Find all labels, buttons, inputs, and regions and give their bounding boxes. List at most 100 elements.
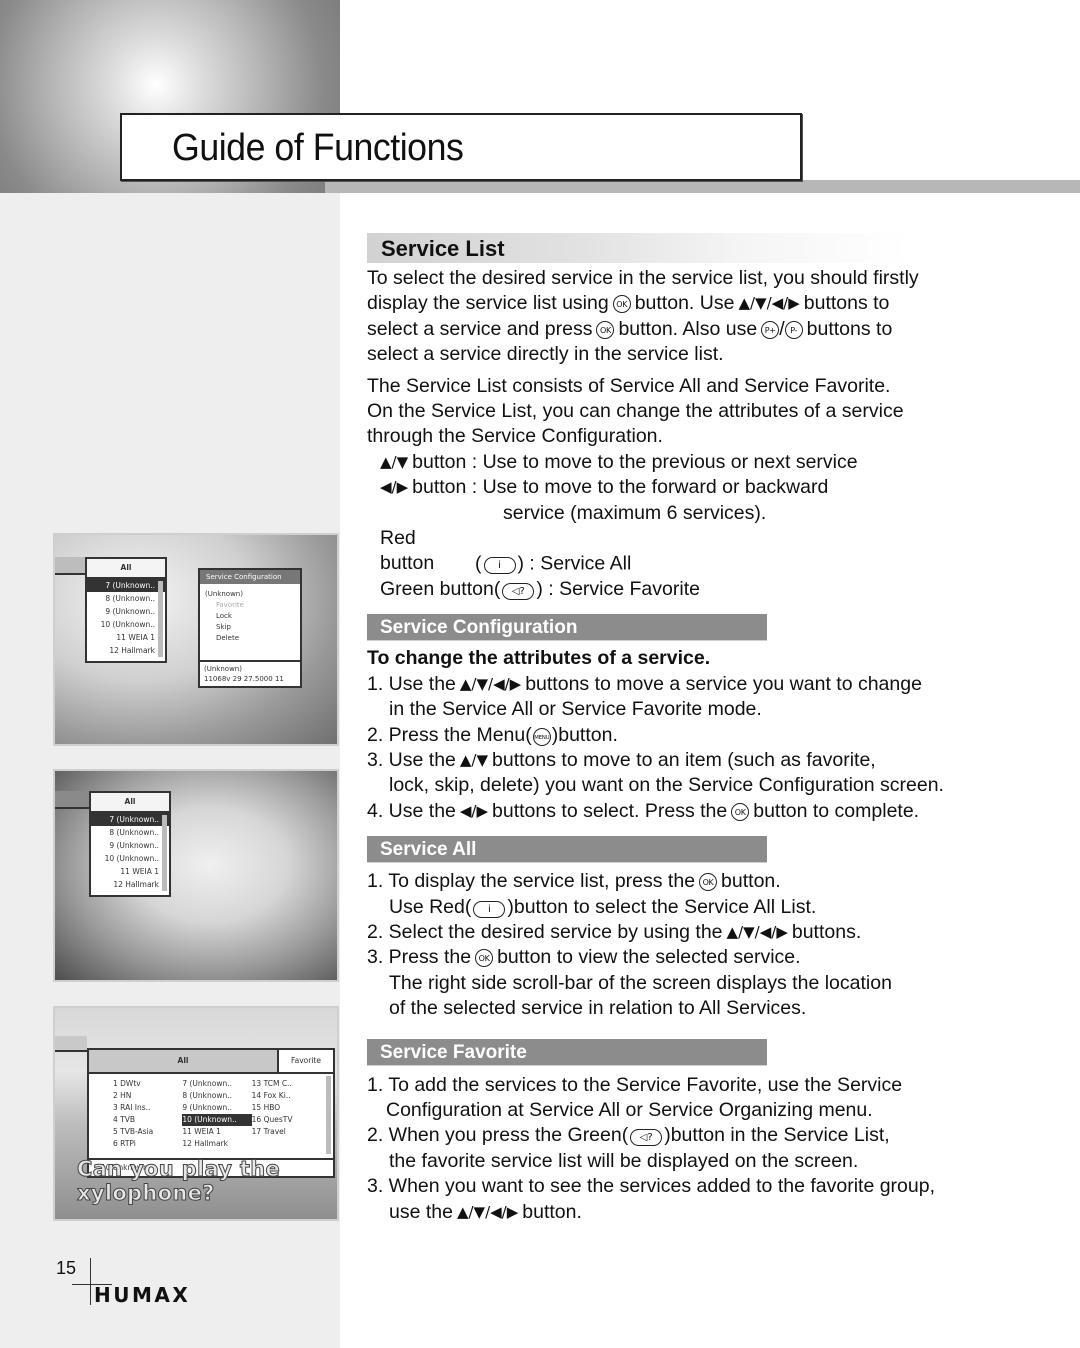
screenshot-service-all: All 7 (Unknown.. 8 (Unknown.. 9 (Unknown…: [53, 769, 339, 982]
tv-channel-cell: 7 (Unknown..: [182, 1079, 232, 1088]
tv-dialog-service-name: (Unknown): [205, 590, 243, 598]
header-strip: [325, 180, 1080, 193]
text: )button in the Service List,: [664, 1124, 890, 1147]
tv-grid-tabs: All Favorite: [89, 1050, 333, 1074]
text: 3. Use the: [367, 748, 456, 771]
tv-channel-cell: 17 Travel: [251, 1127, 286, 1136]
tv-dialog-footer: (Unknown) 11068v 29 27.5000 11: [200, 660, 300, 686]
tv-list-row: 12 Hallmark: [113, 880, 159, 889]
text-line: through the Service Configuration.: [367, 425, 663, 448]
left-right-arrow-icon: ◀/▶: [380, 478, 409, 497]
tv-tab-all: All: [89, 1050, 279, 1072]
tv-side-tab: [55, 557, 85, 575]
text: 2. Press the Menu(: [367, 723, 532, 746]
text-line: On the Service List, you can change the …: [367, 400, 904, 423]
tv-dialog-footer-info: 11068v 29 27.5000 11: [204, 675, 284, 683]
tv-service-list: All 7 (Unknown.. 8 (Unknown.. 9 (Unknown…: [85, 557, 167, 663]
main-content: Service List To select the desired servi…: [367, 233, 1067, 1225]
text-line: The Service List consists of Service All…: [367, 374, 891, 397]
text: 1. Use the: [367, 672, 456, 695]
subheading-change-attributes: To change the attributes of a service.: [367, 647, 711, 670]
service-list-intro: To select the desired service in the ser…: [367, 266, 1067, 368]
text: )button to select the Service All List.: [507, 895, 817, 918]
updown-button-desc: ▲/▼ button : Use to move to the previous …: [367, 450, 1067, 475]
tv-channel-grid: 1 DWtv 7 (Unknown.. 13 TCM C.. 2 HN 8 (U…: [89, 1074, 333, 1152]
tv-list-row: 11 WEIA 1: [120, 867, 159, 876]
text-line: display the service list using OK button. …: [367, 291, 1067, 316]
text-line: of the selected service in relation to A…: [389, 997, 807, 1020]
text-line: Use Red(i)button to select the Service A…: [367, 895, 1067, 920]
ok-button-icon: OK: [612, 295, 631, 314]
text: buttons to: [806, 317, 893, 340]
tv-subtitle-caption: Can you play the xylophone?: [77, 1157, 281, 1206]
tv-list-row: 9 (Unknown..: [109, 841, 159, 850]
text-line: in the Service All or Service Favorite m…: [389, 698, 762, 721]
text: )button.: [551, 723, 618, 746]
step: 2. When you press the Green(◁?)button in…: [367, 1123, 1067, 1148]
text: ) : Service All: [517, 552, 632, 575]
screenshot-service-configuration: All 7 (Unknown.. 8 (Unknown.. 9 (Unknown…: [53, 533, 339, 746]
step: 1. To display the service list, press th…: [367, 869, 1067, 894]
tv-channel-cell-selected: 10 (Unknown..: [182, 1114, 252, 1126]
text: buttons to: [803, 292, 890, 315]
tv-channel-cell: 14 Fox Ki..: [251, 1091, 291, 1100]
red-button-desc: Red button (i) : Service All: [367, 526, 1067, 577]
text: button.: [522, 1200, 582, 1223]
service-configuration-steps: 1. Use the ▲/▼/◀/▶ buttons to move a servi…: [367, 672, 1067, 824]
left-right-arrow-icon: ◀/▶: [459, 801, 489, 820]
tv-channel-cell: 16 QuesTV: [251, 1115, 293, 1124]
humax-logo: HUMAX: [94, 1283, 191, 1307]
text-line: lock, skip, delete) you want on the Serv…: [389, 774, 944, 797]
text-line: The right side scroll-bar of the screen …: [389, 971, 892, 994]
red-info-button-icon: i: [483, 557, 516, 575]
text-line: use the ▲/▼/◀/▶ button.: [367, 1200, 1067, 1225]
ok-button-icon: OK: [731, 802, 750, 821]
p-plus-button-icon: P+: [761, 320, 780, 339]
section-heading-service-configuration: Service Configuration: [367, 614, 767, 642]
text: display the service list using: [367, 292, 609, 315]
tv-scrollbar: [326, 1076, 331, 1154]
text: 1. To display the service list, press th…: [367, 870, 696, 893]
text-line: service (maximum 6 services).: [503, 501, 767, 524]
step: 2. Press the Menu(MENU)button.: [367, 723, 1067, 748]
text: button. Use: [634, 292, 735, 315]
tv-channel-cell: 15 HBO: [251, 1103, 281, 1112]
text-line: select a service and press OK button. Also…: [367, 317, 1067, 342]
text-line: select a service directly in the service…: [367, 343, 724, 366]
text: /: [779, 317, 785, 340]
tv-scrollbar: [162, 815, 167, 891]
tv-channel-cell: 13 TCM C..: [251, 1079, 292, 1088]
arrow-keys-icon: ▲/▼/◀/▶: [456, 1202, 519, 1221]
text: 2. Select the desired service by using t…: [367, 920, 723, 943]
green-button-desc: Green button(◁?) : Service Favorite: [367, 577, 1067, 602]
tv-channel-cell: 12 Hallmark: [182, 1139, 228, 1148]
tv-dialog-footer-name: (Unknown): [204, 665, 242, 673]
service-favorite-steps: 1. To add the services to the Service Fa…: [367, 1073, 1067, 1225]
step: 1. Use the ▲/▼/◀/▶ buttons to move a servi…: [367, 672, 1067, 697]
tv-side-tab: [55, 791, 89, 809]
tv-scrollbar: [158, 581, 163, 657]
step: 3. When you want to see the services add…: [367, 1175, 936, 1198]
text: Green button(: [380, 577, 501, 600]
tv-dialog-item: Delete: [216, 634, 239, 642]
tv-channel-cell: 11 WEIA 1: [182, 1127, 221, 1136]
text: button. Also use: [618, 317, 758, 340]
text: buttons.: [791, 920, 862, 943]
text: Use Red(: [389, 895, 472, 918]
tv-list-row: 7 (Unknown..: [87, 579, 165, 592]
text: buttons to select. Press the: [492, 799, 728, 822]
section-heading-service-list: Service List: [367, 233, 907, 263]
arrow-keys-icon: ▲/▼/◀/▶: [459, 674, 522, 693]
text: 3. Press the: [367, 946, 472, 969]
step: 3. Use the ▲/▼ buttons to move to an item …: [367, 748, 1067, 773]
text: buttons to move to an item (such as favo…: [492, 748, 876, 771]
tv-service-list: All 7 (Unknown.. 8 (Unknown.. 9 (Unknown…: [89, 791, 171, 897]
section-heading-service-all: Service All: [367, 836, 767, 864]
section-heading-service-favorite: Service Favorite: [367, 1038, 767, 1066]
leftright-button-desc: ◀/▶ button : Use to move to the forward o…: [367, 475, 1067, 500]
text-line: Configuration at Service All or Service …: [386, 1098, 873, 1121]
text-line: To select the desired service in the ser…: [367, 267, 919, 289]
page-number: 15: [56, 1258, 77, 1278]
tv-list-row: 12 Hallmark: [109, 646, 155, 655]
tv-dialog-item: Lock: [216, 612, 232, 620]
